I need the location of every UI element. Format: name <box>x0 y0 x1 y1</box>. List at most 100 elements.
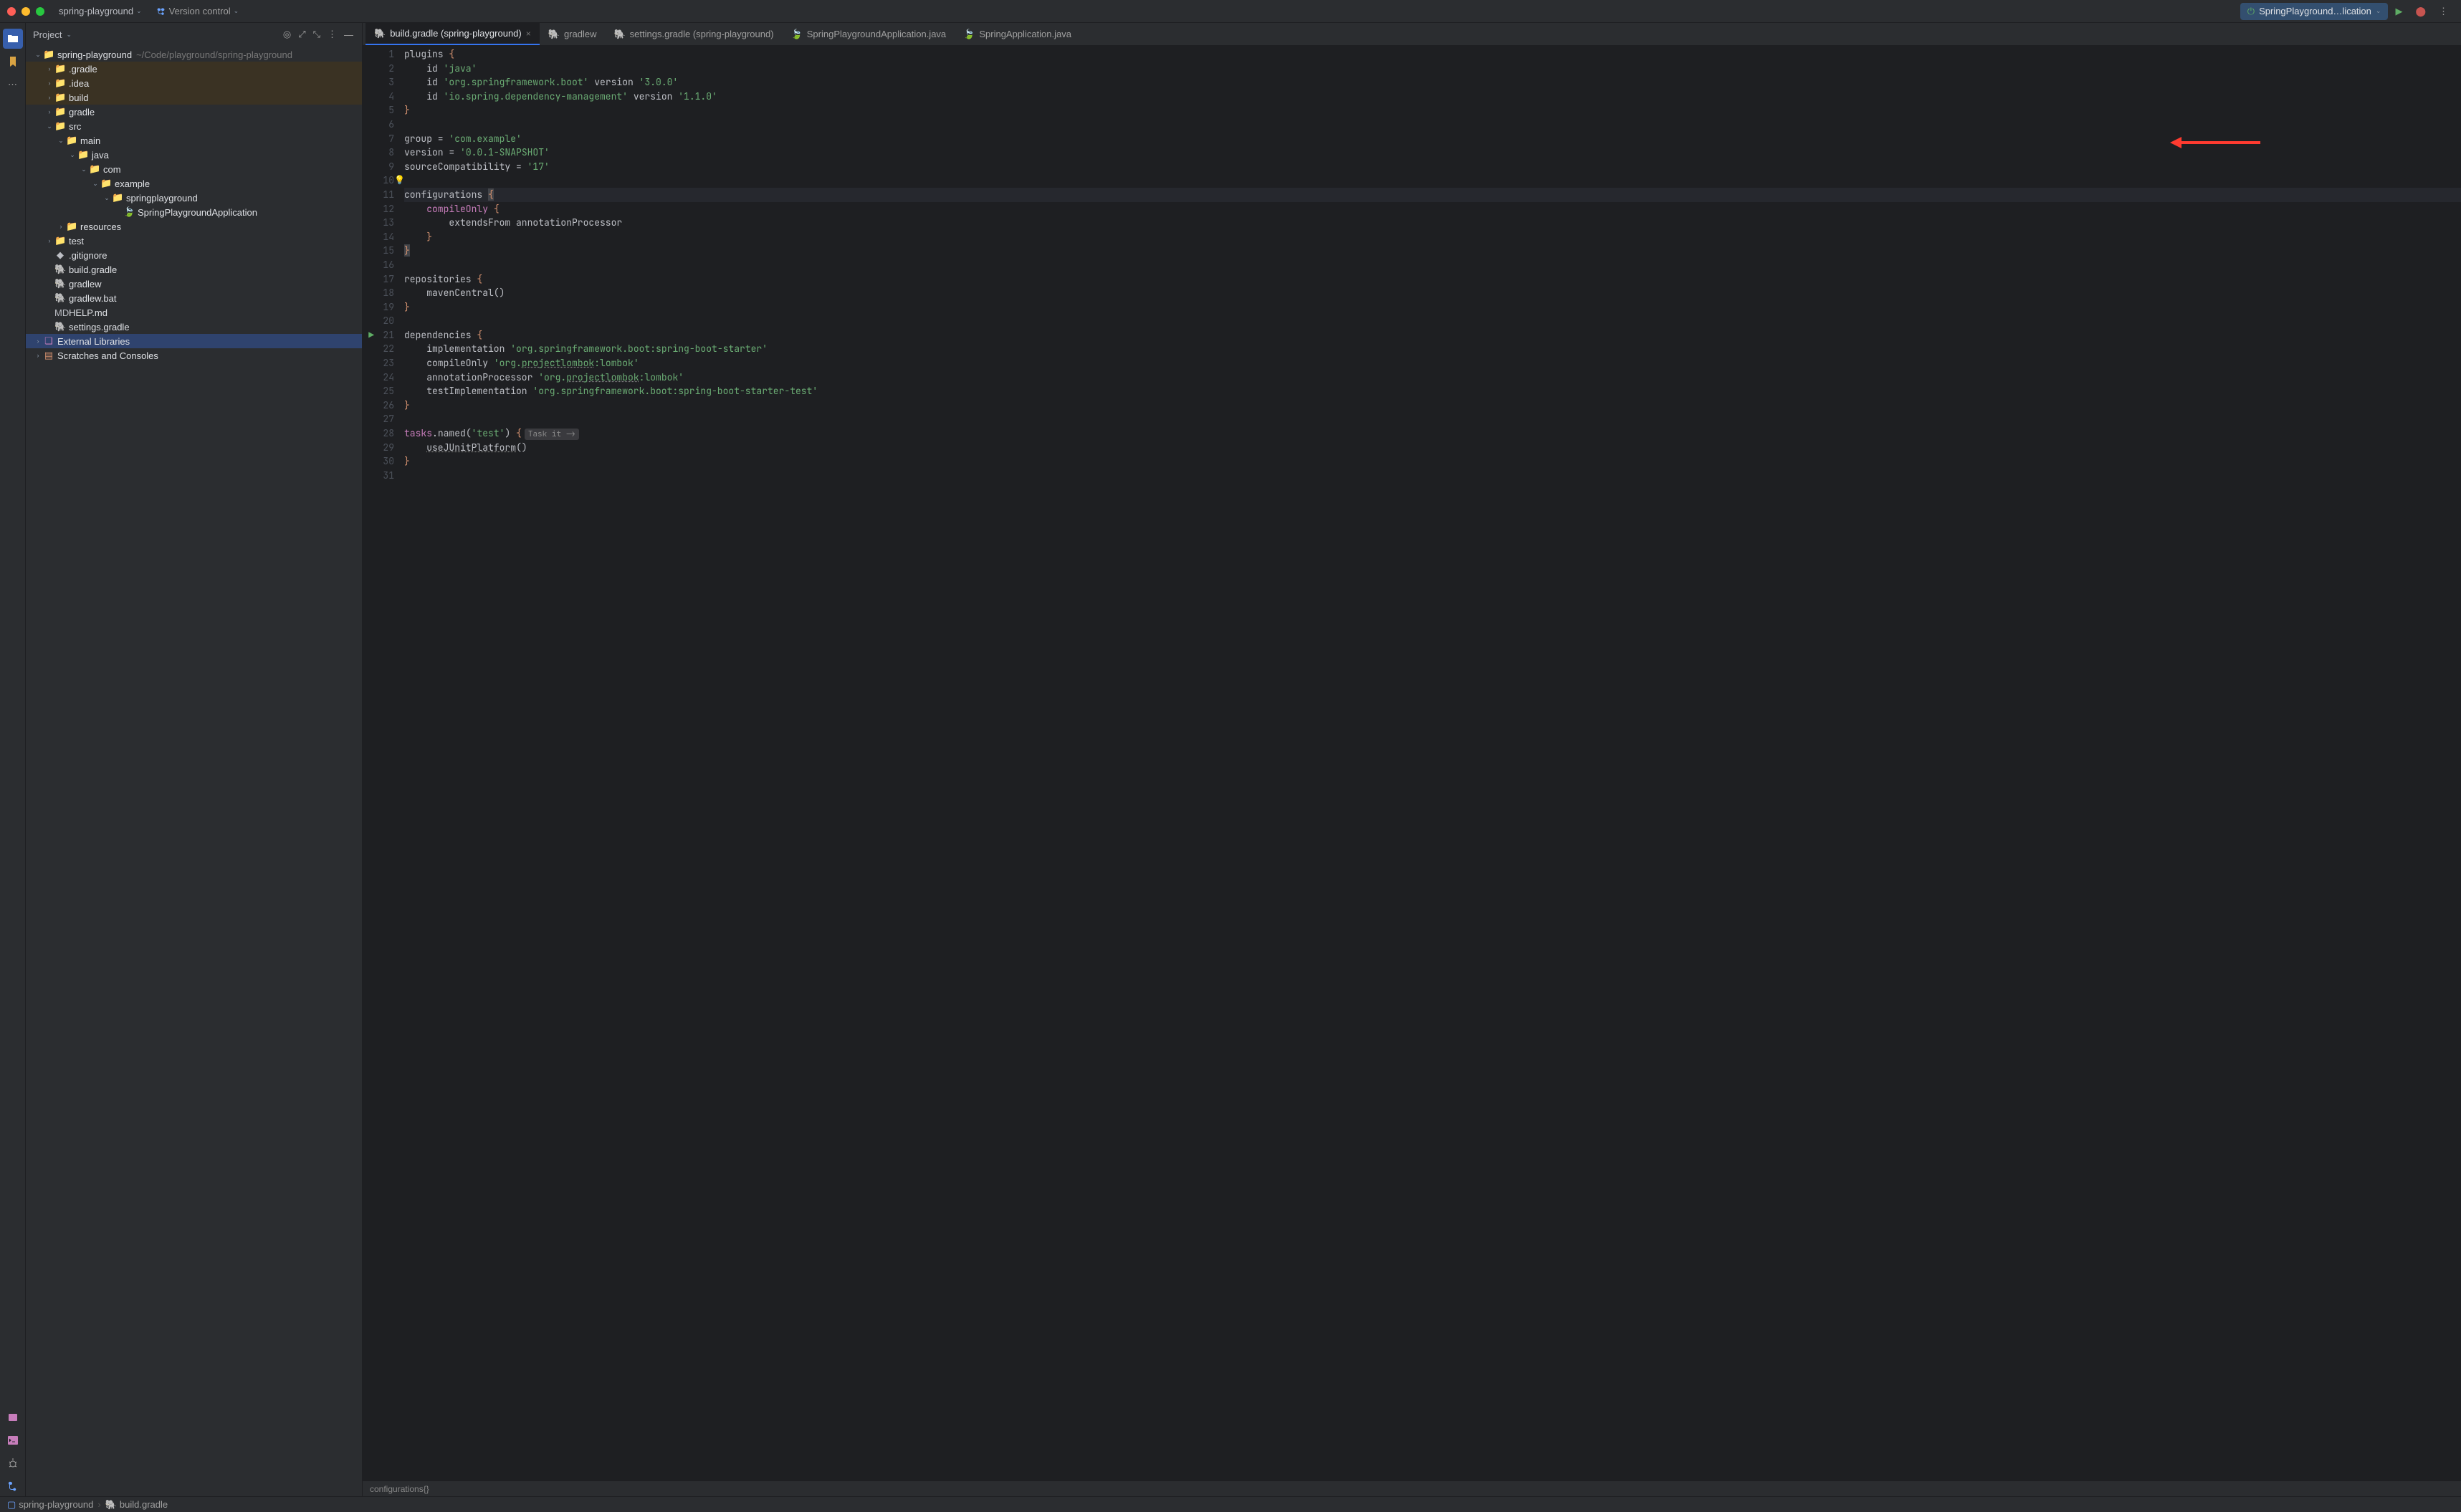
code-line[interactable]: testImplementation 'org.springframework.… <box>404 384 2461 398</box>
line-number[interactable]: 20 <box>363 314 394 328</box>
tree-item[interactable]: ›📁.gradle <box>26 62 362 76</box>
collapse-all-icon[interactable]: ⤡ <box>312 27 322 42</box>
settings-icon[interactable]: ⋮ <box>326 27 338 42</box>
code-line[interactable]: compileOnly { <box>404 202 2461 216</box>
intention-bulb-icon[interactable]: 💡 <box>394 173 405 188</box>
tree-root[interactable]: ⌄ 📁 spring-playground ~/Code/playground/… <box>26 47 362 62</box>
code-line[interactable]: configurations { <box>404 188 2461 202</box>
line-number[interactable]: 10 <box>363 173 394 188</box>
code-line[interactable] <box>404 314 2461 328</box>
tree-item[interactable]: ⌄📁example <box>26 176 362 191</box>
code-line[interactable]: } <box>404 244 2461 258</box>
tree-item[interactable]: ⌄📁main <box>26 133 362 148</box>
tree-item[interactable]: ·🍃SpringPlaygroundApplication <box>26 205 362 219</box>
code-line[interactable]: tasks.named('test') {Task it -> <box>404 426 2461 441</box>
debug-tool-button[interactable] <box>3 1453 23 1473</box>
line-number[interactable]: 1 <box>363 47 394 62</box>
tree-item[interactable]: ·🐘gradlew <box>26 277 362 291</box>
code-line[interactable]: 💡 <box>404 173 2461 188</box>
line-number[interactable]: 14 <box>363 230 394 244</box>
tree-item[interactable]: ⌄📁springplayground <box>26 191 362 205</box>
run-button[interactable]: ▶ <box>2389 3 2408 20</box>
debug-button[interactable]: ⬤ <box>2409 3 2432 20</box>
line-number[interactable]: 4 <box>363 90 394 104</box>
hide-panel-icon[interactable]: — <box>343 28 355 42</box>
code-line[interactable] <box>404 412 2461 426</box>
git-tool-button[interactable] <box>3 1476 23 1496</box>
vcs-menu[interactable]: Version control ⌄ <box>156 6 239 16</box>
maximize-window-icon[interactable] <box>36 7 44 16</box>
code-line[interactable]: plugins { <box>404 47 2461 62</box>
minimize-window-icon[interactable] <box>21 7 30 16</box>
terminal-tool-button[interactable] <box>3 1430 23 1450</box>
line-number[interactable]: 16 <box>363 258 394 272</box>
tree-item[interactable]: ›📁.idea <box>26 76 362 90</box>
target-icon[interactable]: ◎ <box>282 27 292 42</box>
breadcrumb-project[interactable]: ▢ spring-playground <box>7 1499 93 1511</box>
tree-item[interactable]: ›📁test <box>26 234 362 248</box>
code-line[interactable] <box>404 469 2461 483</box>
line-number[interactable]: 31 <box>363 469 394 483</box>
code-line[interactable]: id 'org.springframework.boot' version '3… <box>404 75 2461 90</box>
line-number[interactable]: 29 <box>363 441 394 455</box>
line-number[interactable]: 26 <box>363 398 394 413</box>
tree-item[interactable]: ›📁resources <box>26 219 362 234</box>
line-number[interactable]: 9 <box>363 160 394 174</box>
tree-item[interactable]: ⌄📁src <box>26 119 362 133</box>
code-line[interactable]: repositories { <box>404 272 2461 287</box>
project-tool-button[interactable] <box>3 29 23 49</box>
editor-tab[interactable]: 🍃SpringPlaygroundApplication.java <box>783 23 955 45</box>
line-number[interactable]: 30 <box>363 454 394 469</box>
line-number[interactable]: 19 <box>363 300 394 315</box>
code-editor[interactable]: 1234567891011121314151617181920▶21222324… <box>363 46 2461 1480</box>
database-tool-button[interactable] <box>3 1407 23 1427</box>
code-line[interactable]: extendsFrom annotationProcessor <box>404 216 2461 230</box>
line-number[interactable]: 15 <box>363 244 394 258</box>
external-libraries[interactable]: › ❏ External Libraries <box>26 334 362 348</box>
code-body[interactable]: plugins { id 'java' id 'org.springframew… <box>404 46 2461 1480</box>
code-line[interactable]: id 'io.spring.dependency-management' ver… <box>404 90 2461 104</box>
editor-breadcrumbs[interactable]: configurations{} <box>363 1480 2461 1496</box>
code-line[interactable]: compileOnly 'org.projectlombok:lombok' <box>404 356 2461 370</box>
tree-item[interactable]: ·🐘build.gradle <box>26 262 362 277</box>
editor-tab[interactable]: 🐘build.gradle (spring-playground)× <box>365 23 540 45</box>
code-line[interactable] <box>404 258 2461 272</box>
line-number[interactable]: 17 <box>363 272 394 287</box>
code-line[interactable]: } <box>404 300 2461 315</box>
tree-item[interactable]: ⌄📁java <box>26 148 362 162</box>
editor-tab[interactable]: 🐘settings.gradle (spring-playground) <box>605 23 782 45</box>
tree-item[interactable]: ·🐘gradlew.bat <box>26 291 362 305</box>
editor-tab[interactable]: 🐘gradlew <box>540 23 606 45</box>
code-line[interactable]: } <box>404 398 2461 413</box>
code-line[interactable]: } <box>404 454 2461 469</box>
code-line[interactable]: mavenCentral() <box>404 286 2461 300</box>
code-line[interactable]: group = 'com.example' <box>404 132 2461 146</box>
line-number[interactable]: 12 <box>363 202 394 216</box>
line-number[interactable]: 18 <box>363 286 394 300</box>
tree-item[interactable]: ›📁gradle <box>26 105 362 119</box>
code-line[interactable]: implementation 'org.springframework.boot… <box>404 342 2461 356</box>
project-tree[interactable]: ⌄ 📁 spring-playground ~/Code/playground/… <box>26 46 362 1496</box>
code-line[interactable]: } <box>404 230 2461 244</box>
code-line[interactable]: } <box>404 103 2461 118</box>
line-number[interactable]: 13 <box>363 216 394 230</box>
breadcrumb-file[interactable]: 🐘 build.gradle <box>105 1499 168 1511</box>
line-number[interactable]: 24 <box>363 370 394 385</box>
line-number[interactable]: 2 <box>363 62 394 76</box>
line-number[interactable]: 8 <box>363 145 394 160</box>
code-line[interactable]: annotationProcessor 'org.projectlombok:l… <box>404 370 2461 385</box>
gutter[interactable]: 1234567891011121314151617181920▶21222324… <box>363 46 404 1480</box>
more-actions-button[interactable]: ⋮ <box>2433 3 2454 20</box>
tree-item[interactable]: ›📁build <box>26 90 362 105</box>
code-line[interactable]: sourceCompatibility = '17' <box>404 160 2461 174</box>
bookmarks-tool-button[interactable] <box>3 52 23 72</box>
more-tool-button[interactable]: ⋯ <box>3 75 23 95</box>
code-line[interactable]: useJUnitPlatform() <box>404 441 2461 455</box>
tree-item[interactable]: ·🐘settings.gradle <box>26 320 362 334</box>
line-number[interactable]: 6 <box>363 118 394 132</box>
gutter-run-icon[interactable]: ▶ <box>368 328 374 343</box>
line-number[interactable]: 11 <box>363 188 394 202</box>
expand-all-icon[interactable]: ⤢ <box>297 27 307 42</box>
code-line[interactable]: version = '0.0.1-SNAPSHOT' <box>404 145 2461 160</box>
close-window-icon[interactable] <box>7 7 16 16</box>
